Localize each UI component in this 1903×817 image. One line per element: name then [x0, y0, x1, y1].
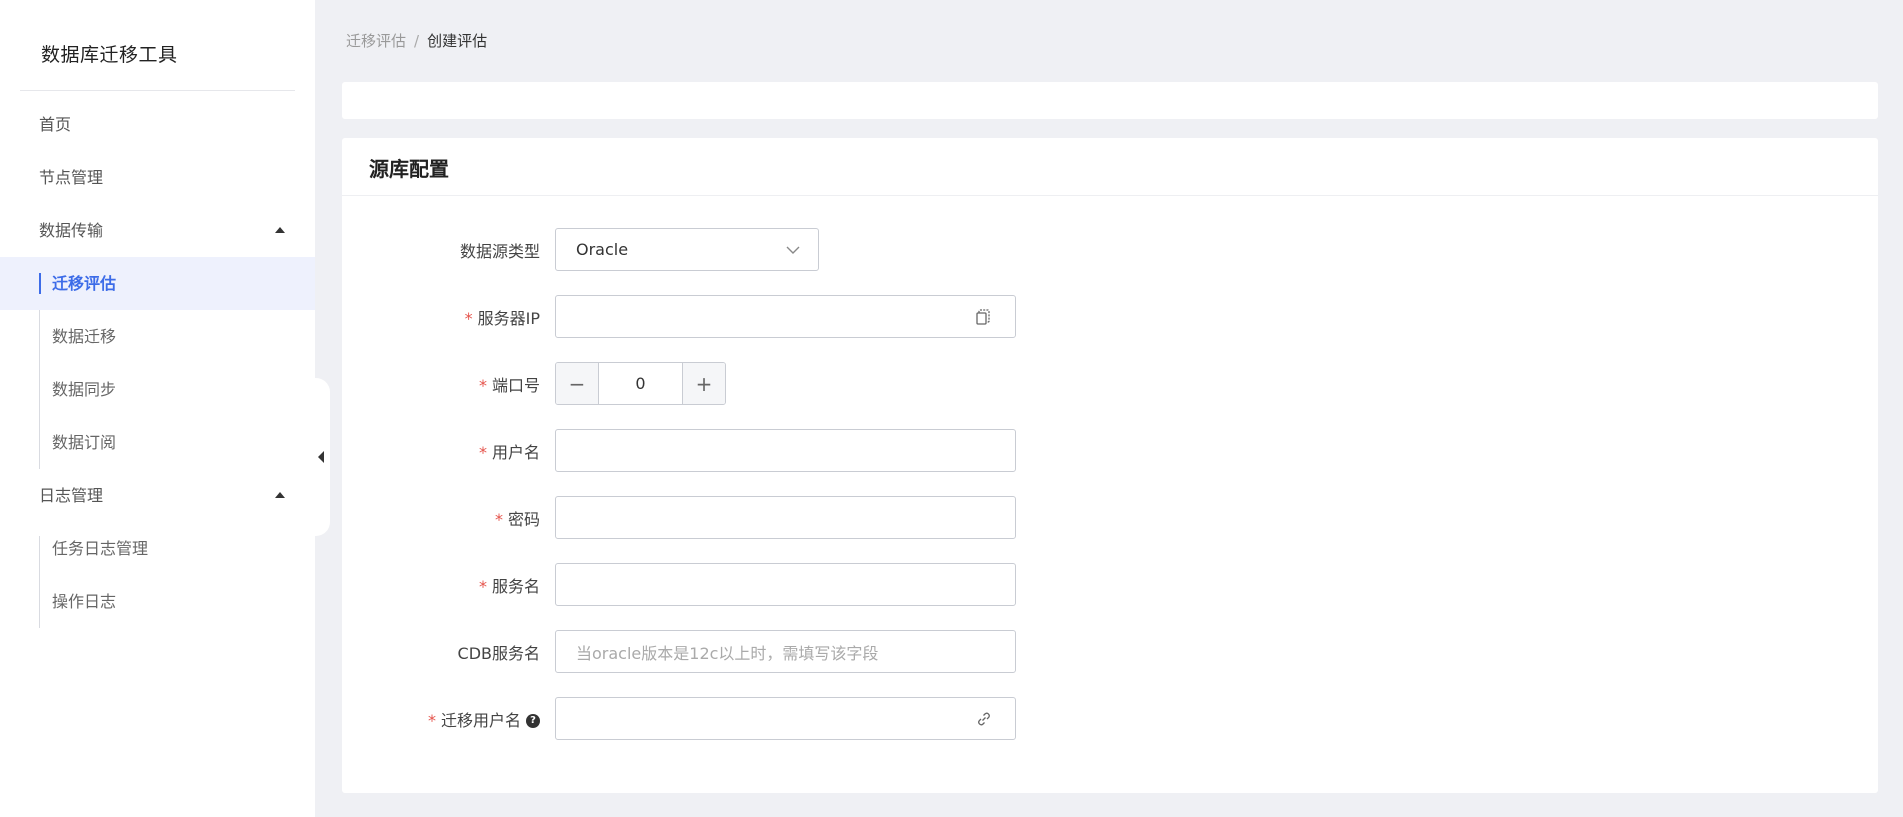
sidebar-item-label: 数据传输: [39, 221, 104, 240]
sidebar-item-label: 迁移评估: [52, 274, 117, 293]
sidebar-item-label: 数据订阅: [52, 433, 117, 452]
source-type-select[interactable]: Oracle: [555, 228, 819, 271]
field-label: * 用户名: [342, 439, 555, 463]
label-text: 用户名: [491, 442, 540, 462]
port-stepper: − 0 +: [555, 362, 726, 405]
sidebar-item-label: 首页: [39, 115, 72, 134]
form-row-cdb-service-name: CDB服务名 当oracle版本是12c以上时，需填写该字段: [342, 630, 1016, 673]
submenu-data-transfer: 迁移评估 数据迁移 数据同步 数据订阅: [0, 257, 315, 469]
service-name-input[interactable]: [555, 563, 1016, 606]
caret-left-icon: [318, 451, 324, 463]
section-title: 源库配置: [342, 138, 1878, 196]
label-text: 服务名: [491, 576, 540, 596]
breadcrumb-current: 创建评估: [427, 32, 488, 50]
input-placeholder: 当oracle版本是12c以上时，需填写该字段: [576, 643, 879, 663]
breadcrumb: 迁移评估 / 创建评估: [346, 30, 487, 51]
source-config-card: 源库配置 数据源类型 Oracle * 服务器IP * 端口号 − 0 + * …: [342, 138, 1878, 793]
sidebar-item-data-sync[interactable]: 数据同步: [0, 363, 315, 416]
label-text: CDB服务名: [457, 643, 540, 663]
migration-user-input[interactable]: [555, 697, 1016, 740]
required-mark: *: [427, 710, 436, 730]
form-row-server-ip: * 服务器IP: [342, 295, 1016, 338]
sidebar-item-data-migration[interactable]: 数据迁移: [0, 310, 315, 363]
top-card: [342, 82, 1878, 119]
sidebar-item-label: 任务日志管理: [52, 539, 149, 558]
breadcrumb-parent[interactable]: 迁移评估: [346, 32, 406, 50]
username-input[interactable]: [555, 429, 1016, 472]
sidebar: 数据库迁移工具 首页 节点管理 数据传输 迁移评估 数据迁移 数据同步 数据订阅: [0, 0, 315, 817]
sidebar-item-data-subscription[interactable]: 数据订阅: [0, 416, 315, 469]
sidebar-item-data-transfer[interactable]: 数据传输: [0, 204, 315, 257]
help-icon[interactable]: ?: [526, 714, 540, 728]
sidebar-item-label: 数据同步: [52, 380, 117, 399]
select-value: Oracle: [576, 240, 629, 259]
label-text: 迁移用户名: [440, 710, 521, 730]
field-label: * 迁移用户名?: [342, 707, 555, 731]
sidebar-collapse-toggle[interactable]: [300, 378, 330, 536]
link-icon[interactable]: [975, 710, 993, 728]
form-row-migration-user: * 迁移用户名?: [342, 697, 1016, 740]
sidebar-item-operation-logs[interactable]: 操作日志: [0, 575, 315, 628]
required-mark: *: [478, 375, 487, 395]
field-label: * 密码: [342, 506, 555, 530]
required-mark: *: [464, 308, 473, 328]
sidebar-item-home[interactable]: 首页: [0, 98, 315, 151]
sidebar-divider: [20, 90, 295, 91]
increment-button[interactable]: +: [683, 363, 725, 404]
decrement-button[interactable]: −: [556, 363, 598, 404]
password-input[interactable]: [555, 496, 1016, 539]
field-label: 数据源类型: [342, 238, 555, 262]
field-label: CDB服务名: [342, 640, 555, 664]
required-mark: *: [478, 442, 487, 462]
form-row-port: * 端口号 − 0 +: [342, 362, 726, 405]
server-ip-input[interactable]: [555, 295, 1016, 338]
required-mark: *: [494, 509, 503, 529]
sidebar-item-migration-assessment[interactable]: 迁移评估: [0, 257, 315, 310]
sidebar-item-label: 节点管理: [39, 168, 104, 187]
label-text: 端口号: [491, 375, 540, 395]
sidebar-item-label: 日志管理: [39, 486, 104, 505]
sidebar-item-label: 数据迁移: [52, 327, 117, 346]
label-text: 数据源类型: [459, 241, 540, 261]
label-text: 服务器IP: [477, 308, 540, 328]
caret-up-icon: [275, 227, 285, 233]
sidebar-item-nodes[interactable]: 节点管理: [0, 151, 315, 204]
sidebar-item-label: 操作日志: [52, 592, 117, 611]
submenu-log-management: 任务日志管理 操作日志: [0, 522, 315, 628]
required-mark: *: [478, 576, 487, 596]
port-value[interactable]: 0: [598, 363, 683, 404]
field-label: * 服务器IP: [342, 305, 555, 329]
caret-up-icon: [275, 492, 285, 498]
form-row-password: * 密码: [342, 496, 1016, 539]
field-label: * 端口号: [342, 372, 555, 396]
form-row-source-type: 数据源类型 Oracle: [342, 228, 819, 271]
copy-icon[interactable]: [975, 308, 993, 326]
sidebar-item-log-management[interactable]: 日志管理: [0, 469, 315, 522]
chevron-down-icon: [786, 246, 800, 254]
cdb-service-name-input[interactable]: 当oracle版本是12c以上时，需填写该字段: [555, 630, 1016, 673]
label-text: 密码: [507, 509, 540, 529]
field-label: * 服务名: [342, 573, 555, 597]
app-title: 数据库迁移工具: [41, 44, 178, 66]
form-row-username: * 用户名: [342, 429, 1016, 472]
sidebar-menu: 首页 节点管理 数据传输 迁移评估 数据迁移 数据同步 数据订阅 日志管理 任务…: [0, 98, 315, 628]
breadcrumb-separator: /: [414, 32, 420, 50]
sidebar-item-task-logs[interactable]: 任务日志管理: [0, 522, 315, 575]
form-row-service-name: * 服务名: [342, 563, 1016, 606]
